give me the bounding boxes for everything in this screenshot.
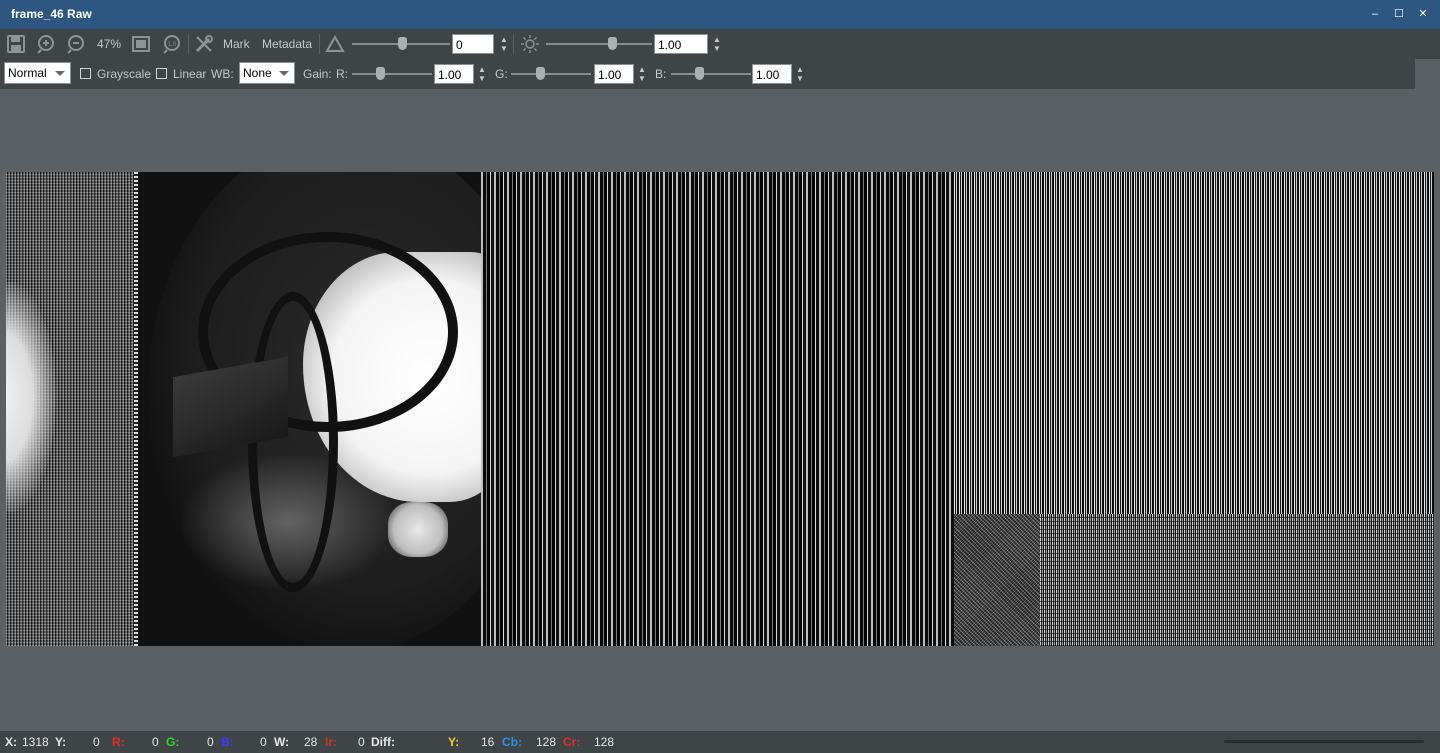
linear-label: Linear [173, 67, 207, 81]
tools-icon[interactable] [194, 34, 214, 54]
status-r-label: R: [112, 735, 125, 749]
status-r-value: 0 [152, 735, 159, 749]
title-bar: frame_46 Raw – ☐ ✕ [0, 0, 1440, 29]
toolbar-color: Normal Grayscale Linear WB: None Gain: R… [0, 59, 1415, 89]
image-fisheye-region [138, 172, 481, 646]
grayscale-label: Grayscale [97, 67, 152, 81]
actual-size-icon[interactable]: 1.0 [162, 34, 182, 54]
gain-g-label: G: [495, 67, 508, 81]
window-title: frame_46 Raw [11, 7, 92, 21]
brightness-slider-track[interactable] [546, 43, 652, 45]
status-cb-value: 128 [536, 735, 557, 749]
close-button[interactable]: ✕ [1412, 5, 1434, 23]
gain-g-spinner[interactable]: ▲ ▼ [637, 65, 647, 85]
linear-checkbox[interactable] [156, 68, 167, 79]
gain-r-label: R: [336, 67, 348, 81]
fit-window-icon[interactable] [131, 34, 151, 54]
status-ir-label: Ir: [325, 735, 337, 749]
contrast-spinner[interactable]: ▲ ▼ [499, 35, 509, 55]
image-noise-block [954, 514, 1040, 646]
app-window: frame_46 Raw – ☐ ✕ 47% 1.0 Mark Metadata… [0, 0, 1440, 753]
gain-r-slider-track[interactable] [352, 73, 432, 75]
contrast-input[interactable]: 0 [452, 34, 494, 54]
toolbar-separator [513, 34, 514, 54]
metadata-button[interactable]: Metadata [262, 37, 312, 51]
gain-g-slider-thumb[interactable] [536, 67, 545, 80]
gain-r-spinner[interactable]: ▲ ▼ [477, 65, 487, 85]
sun-brightness-icon [521, 35, 539, 53]
gain-b-spinner[interactable]: ▲ ▼ [795, 65, 805, 85]
status-b-label: B: [221, 735, 234, 749]
brightness-input[interactable]: 1.00 [654, 34, 708, 54]
status-ir-value: 0 [358, 735, 365, 749]
zoom-in-icon[interactable] [36, 34, 56, 54]
gain-b-input[interactable]: 1.00 [752, 64, 792, 84]
status-cr-label: Cr: [563, 735, 581, 749]
gain-g-slider-track[interactable] [511, 73, 591, 75]
status-y-value: 0 [93, 735, 100, 749]
status-y-label: Y: [55, 735, 67, 749]
toolbar-view: 47% 1.0 Mark Metadata 0 ▲ ▼ 1.00 ▲ ▼ [0, 29, 1440, 59]
gain-b-slider-track[interactable] [671, 73, 751, 75]
wb-select-value: None [243, 66, 272, 80]
status-w-value: 28 [304, 735, 318, 749]
gain-b-slider-thumb[interactable] [695, 67, 704, 80]
status-yy-label: Y: [448, 735, 460, 749]
gain-r-slider-thumb[interactable] [376, 67, 385, 80]
triangle-contrast-icon [325, 34, 345, 52]
brightness-spinner[interactable]: ▲ ▼ [712, 35, 722, 55]
status-cb-label: Cb: [502, 735, 522, 749]
status-progress-bar [1224, 740, 1424, 743]
status-g-value: 0 [207, 735, 214, 749]
gain-g-input[interactable]: 1.00 [594, 64, 634, 84]
status-diff-label: Diff: [371, 735, 395, 749]
minimize-button[interactable]: – [1364, 5, 1386, 23]
status-x-label: X: [5, 735, 17, 749]
image-vertical-bars-region [481, 172, 954, 646]
image-fine-stripes-region [954, 172, 1434, 514]
chevron-down-icon [55, 71, 65, 76]
zoom-level: 47% [97, 37, 122, 51]
status-w-label: W: [274, 735, 290, 749]
status-cr-value: 128 [594, 735, 615, 749]
toolbar-separator [188, 34, 189, 54]
zoom-out-icon[interactable] [66, 34, 86, 54]
mode-select-value: Normal [8, 66, 47, 80]
maximize-button[interactable]: ☐ [1388, 5, 1410, 23]
gain-r-input[interactable]: 1.00 [434, 64, 474, 84]
chevron-down-icon [279, 71, 289, 76]
svg-text:1.0: 1.0 [168, 42, 177, 48]
status-yy-value: 16 [481, 735, 495, 749]
fisheye-cable [248, 292, 338, 592]
save-icon[interactable] [6, 34, 26, 54]
fisheye-bright-object [388, 502, 448, 557]
status-x-value: 1318 [22, 735, 49, 749]
contrast-slider-thumb[interactable] [398, 37, 407, 50]
gain-label: Gain: [303, 67, 332, 81]
mark-button[interactable]: Mark [223, 37, 250, 51]
image-bright-blob [6, 282, 56, 512]
status-g-label: G: [166, 735, 180, 749]
brightness-slider-thumb[interactable] [608, 37, 617, 50]
grayscale-checkbox[interactable] [80, 68, 91, 79]
toolbar-separator [319, 34, 320, 54]
status-b-value: 0 [260, 735, 267, 749]
raw-image-view[interactable] [6, 172, 1434, 646]
wb-label: WB: [211, 67, 234, 81]
wb-select[interactable]: None [239, 62, 295, 84]
image-texture-region [1040, 514, 1434, 646]
mode-select[interactable]: Normal [4, 62, 71, 84]
image-noise-region [6, 172, 134, 646]
gain-b-label: B: [655, 67, 667, 81]
